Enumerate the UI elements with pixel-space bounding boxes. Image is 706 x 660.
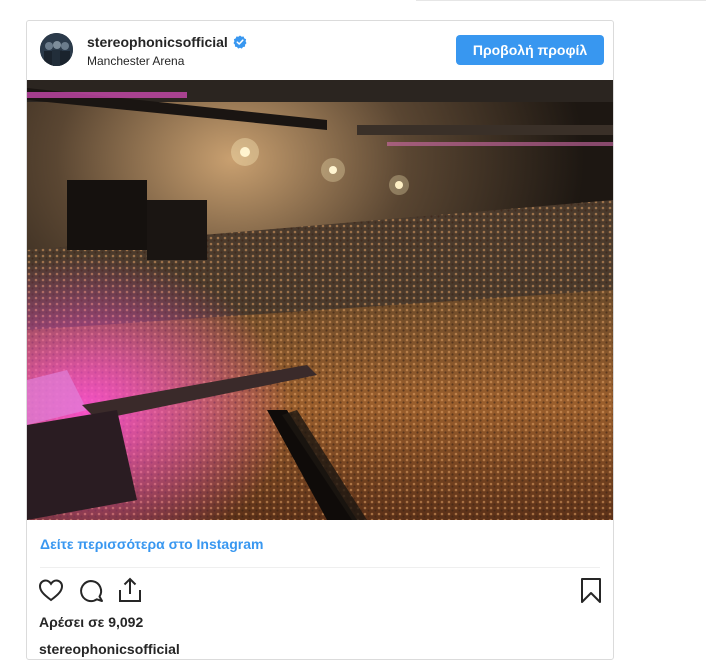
username[interactable]: stereophonicsofficial	[87, 34, 247, 50]
heart-icon[interactable]	[37, 576, 65, 604]
share-upload-icon[interactable]	[116, 576, 144, 604]
see-more-link[interactable]: Δείτε περισσότερα στο Instagram	[40, 536, 263, 552]
username-text[interactable]: stereophonicsofficial	[87, 34, 228, 50]
top-divider	[416, 0, 706, 1]
action-bar	[27, 574, 613, 608]
action-divider	[40, 567, 600, 568]
view-profile-button[interactable]: Προβολή προφίλ	[456, 35, 604, 65]
post-header: stereophonicsofficial Manchester Arena Π…	[27, 21, 613, 80]
likes-count[interactable]: Αρέσει σε 9,092	[39, 614, 143, 630]
instagram-embed-card: stereophonicsofficial Manchester Arena Π…	[26, 20, 614, 660]
post-photo[interactable]	[27, 80, 613, 520]
post-location[interactable]: Manchester Arena	[87, 54, 184, 68]
avatar[interactable]	[40, 33, 73, 66]
comment-bubble-icon[interactable]	[77, 576, 105, 604]
caption-username[interactable]: stereophonicsofficial	[39, 641, 180, 657]
verified-badge-icon	[233, 35, 247, 49]
bookmark-icon[interactable]	[577, 576, 605, 604]
